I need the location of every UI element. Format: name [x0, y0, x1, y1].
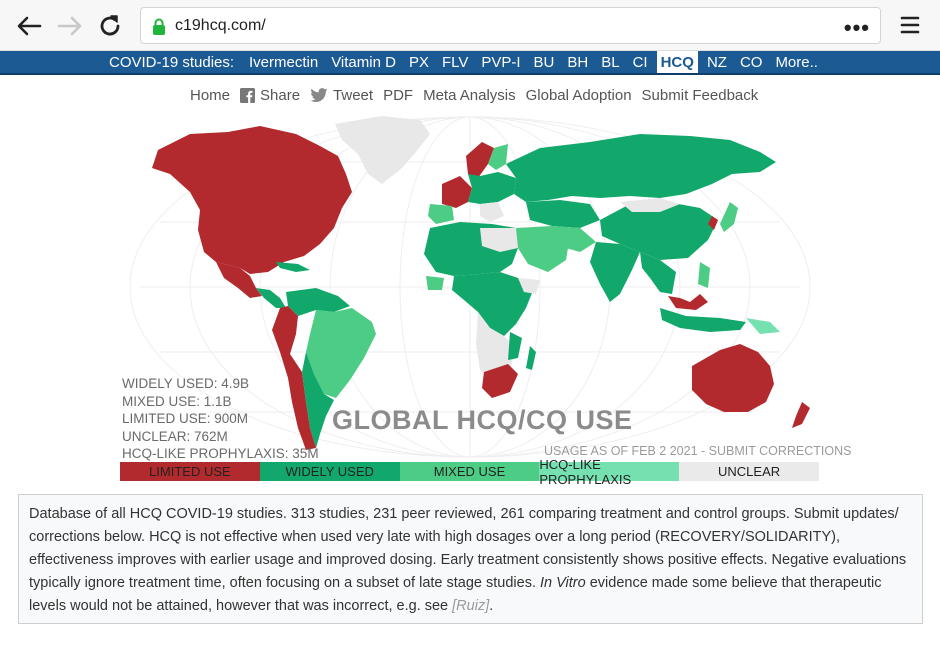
legend-widely-used: WIDELY USED	[259, 462, 400, 481]
forward-arrow-icon	[57, 16, 82, 36]
more-options-icon[interactable]: •••	[844, 15, 870, 41]
legend-hcq-like-prophylaxis: HCQ-LIKE PROPHYLAXIS	[539, 457, 680, 487]
reload-button[interactable]	[94, 10, 126, 42]
legend-limited-use: LIMITED USE	[120, 462, 260, 481]
region-mozambique	[508, 332, 522, 360]
page-nav-label: PDF	[383, 86, 414, 104]
studies-nav: COVID-19 studies: Ivermectin Vitamin D PX F…	[0, 51, 940, 75]
usage-stat-line: LIMITED USE: 900M	[122, 411, 249, 426]
region-malaysia	[668, 294, 708, 310]
page-nav-label: Submit Feedback	[641, 86, 759, 104]
page-nav-label: Share	[260, 86, 301, 104]
page-nav-meta-analysis[interactable]: Meta Analysis	[423, 87, 516, 104]
description-text-3: .	[489, 598, 494, 614]
address-bar[interactable]: c19hcq.com/ •••	[140, 7, 881, 44]
browser-toolbar: c19hcq.com/ •••	[0, 0, 940, 51]
studies-nav-items: Ivermectin Vitamin D PX FLV PVP-I BU BH BL CI HCQ…	[249, 51, 831, 73]
legend-unclear: UNCLEAR	[679, 462, 819, 481]
region-caribbean	[276, 262, 310, 272]
hamburger-icon	[900, 16, 920, 34]
menu-button[interactable]	[896, 12, 924, 38]
nav-item-bu[interactable]: BU	[534, 51, 555, 73]
page-nav: Home Share Tweet PDF Meta Analysis Global Ado…	[190, 84, 768, 106]
nav-item-flv[interactable]: FLV	[442, 51, 468, 73]
nav-item-bl[interactable]: BL	[601, 51, 619, 73]
back-arrow-icon	[17, 16, 42, 36]
page-nav-global-adoption[interactable]: Global Adoption	[526, 87, 632, 104]
usage-stat-line: MIXED USE: 1.1B	[122, 393, 232, 409]
page-nav-label: Meta Analysis	[423, 86, 516, 104]
page-nav-submit-feedback[interactable]: Submit Feedback	[642, 87, 759, 104]
usage-stats: WIDELY USED: 4.9B MIXED USE: 1.1B LIMITED …	[122, 375, 319, 463]
map-title: GLOBAL HCQ/CQ USE	[332, 405, 633, 435]
region-philippines	[698, 262, 710, 288]
reload-icon	[100, 15, 120, 36]
facebook-icon	[240, 87, 256, 103]
region-central-europe	[468, 172, 516, 204]
region-west-africa	[426, 276, 444, 290]
nav-item-co[interactable]: CO	[740, 51, 763, 73]
citation-link[interactable]: [Ruiz]	[452, 598, 489, 614]
region-spain	[428, 204, 454, 224]
page-nav-tweet[interactable]: Tweet	[310, 87, 373, 104]
lock-icon	[153, 18, 165, 35]
usage-stat-line: UNCLEAR: 762M	[122, 428, 228, 444]
url-text: c19hcq.com/	[175, 17, 266, 34]
nav-item-px[interactable]: PX	[409, 51, 429, 73]
nav-item-more[interactable]: More..	[775, 51, 818, 73]
region-papua	[746, 318, 780, 334]
legend-mixed-use: MIXED USE	[399, 462, 540, 481]
studies-nav-label: COVID-19 studies:	[109, 54, 235, 71]
region-indonesia	[660, 308, 746, 332]
forward-button[interactable]	[54, 10, 86, 42]
region-central-asia	[526, 200, 600, 228]
region-australia	[692, 344, 774, 412]
region-india	[590, 242, 640, 302]
page-nav-share[interactable]: Share	[240, 87, 300, 104]
nav-item-hcq[interactable]: HCQ	[656, 51, 698, 73]
description-box: Database of all HCQ COVID-19 studies. 31…	[18, 494, 923, 624]
region-western-europe	[442, 176, 472, 208]
nav-item-ivermectin[interactable]: Ivermectin	[249, 51, 318, 73]
nav-item-nz[interactable]: NZ	[707, 51, 727, 73]
usage-stat-line: HCQ-LIKE PROPHYLAXIS: 35M	[122, 446, 319, 461]
page-nav-label: Global Adoption	[525, 86, 632, 104]
page-nav-home[interactable]: Home	[190, 87, 230, 104]
description-italic: In Vitro	[540, 575, 586, 591]
region-greenland	[335, 116, 430, 184]
back-button[interactable]	[13, 10, 45, 42]
nav-item-vitamin-d[interactable]: Vitamin D	[331, 51, 396, 73]
page-nav-label: Home	[190, 86, 231, 104]
region-balkans	[480, 202, 504, 222]
nav-item-pvp-i[interactable]: PVP-I	[481, 51, 520, 73]
nav-item-ci[interactable]: CI	[633, 51, 648, 73]
page-nav-pdf[interactable]: PDF	[383, 87, 413, 104]
map-legend: LIMITED USE WIDELY USED MIXED USE HCQ-LIKE …	[120, 457, 819, 487]
page-nav-label: Tweet	[333, 86, 374, 104]
region-madagascar	[526, 346, 536, 370]
nav-item-bh[interactable]: BH	[567, 51, 588, 73]
region-japan	[720, 202, 738, 232]
region-new-zealand	[792, 402, 810, 428]
region-north-america	[152, 126, 352, 274]
twitter-icon	[310, 87, 328, 102]
usage-stat-line: WIDELY USED: 4.9B	[122, 376, 250, 391]
